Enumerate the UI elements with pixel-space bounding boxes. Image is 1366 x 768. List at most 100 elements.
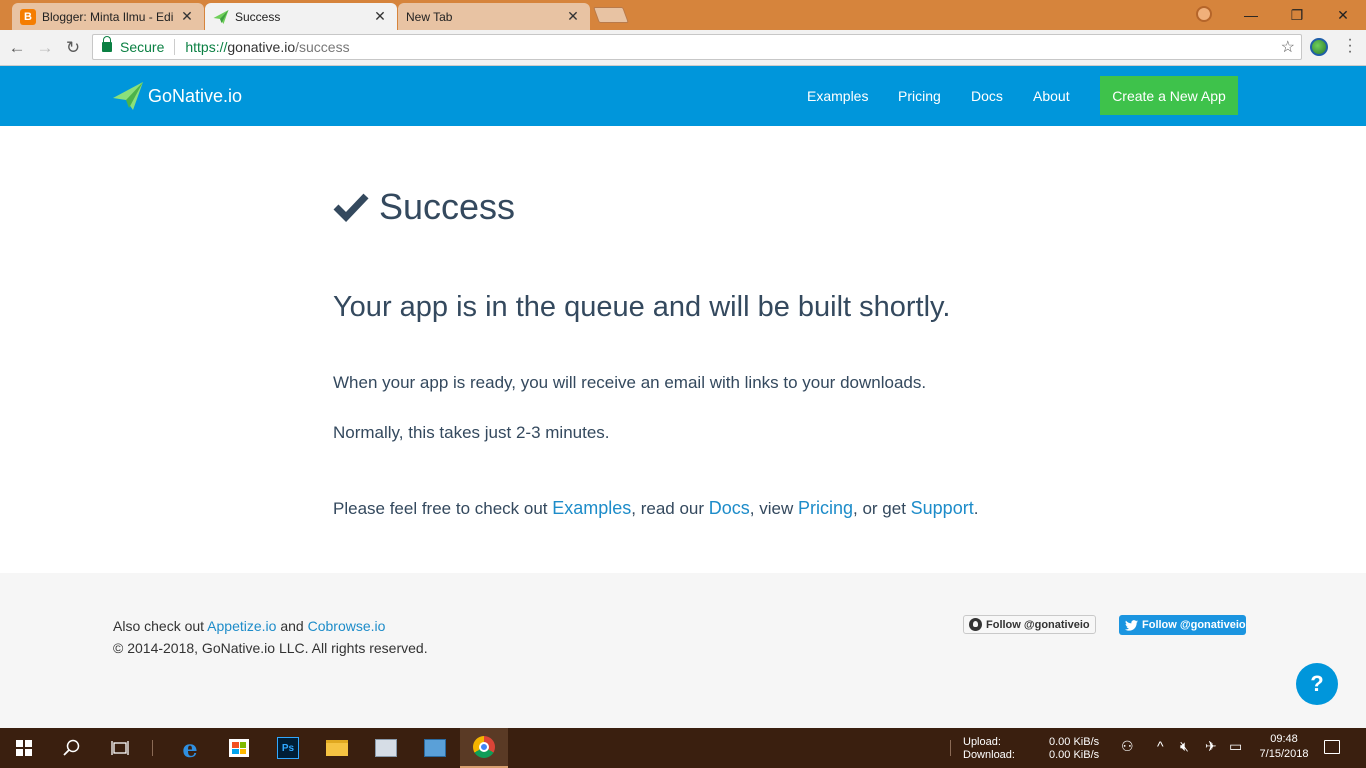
site-footer: Also check out Appetize.io and Cobrowse.… <box>0 573 1366 728</box>
edge-icon: e <box>182 733 198 763</box>
support-link[interactable]: Support <box>911 498 974 518</box>
mute-icon[interactable]: 🔇︎ <box>1180 738 1189 755</box>
appetize-link[interactable]: Appetize.io <box>207 618 276 634</box>
download-value: 0.00 KiB/s <box>1049 749 1100 761</box>
back-icon[interactable]: ← <box>6 37 28 59</box>
taskbar-edge[interactable]: e <box>166 728 214 768</box>
close-icon[interactable]: ✕ <box>566 8 580 25</box>
people-icon[interactable]: ⚇ <box>1121 738 1134 755</box>
notifications-icon[interactable] <box>1324 740 1340 754</box>
pricing-link[interactable]: Pricing <box>798 498 853 518</box>
start-button[interactable] <box>0 728 48 768</box>
also-check-out: Also check out Appetize.io and Cobrowse.… <box>113 618 385 634</box>
reload-icon[interactable]: ↻ <box>62 37 84 59</box>
taskbar-chrome[interactable] <box>460 728 508 768</box>
clock-time: 09:48 <box>1270 733 1298 745</box>
text-fragment: , read our <box>631 499 709 518</box>
help-button[interactable]: ? <box>1296 663 1338 705</box>
divider <box>174 39 176 55</box>
tab-title: New Tab <box>406 9 453 24</box>
blogger-icon: B <box>20 8 36 25</box>
copyright: © 2014-2018, GoNative.io LLC. All rights… <box>113 640 428 656</box>
task-view-button[interactable] <box>96 728 144 768</box>
text-fragment: Please feel free to check out <box>333 499 553 518</box>
links-paragraph: Please feel free to check out Examples, … <box>333 498 978 519</box>
secure-label: Secure <box>120 39 165 55</box>
photoshop-icon: Ps <box>277 737 299 759</box>
cobrowse-link[interactable]: Cobrowse.io <box>308 618 386 634</box>
taskbar-store[interactable] <box>215 728 263 768</box>
minimize-icon[interactable]: — <box>1228 0 1274 30</box>
text-fragment: . <box>973 499 979 518</box>
chrome-menu-icon[interactable]: · · · <box>1344 32 1356 60</box>
text-fragment: , or get <box>853 499 911 518</box>
duration-text: Normally, this takes just 2-3 minutes. <box>333 423 610 442</box>
taskbar-photoshop[interactable]: Ps <box>264 728 312 768</box>
download-label: Download: <box>963 749 1015 761</box>
new-tab-button[interactable] <box>593 7 629 23</box>
tab-title: Success <box>235 9 281 24</box>
battery-icon[interactable]: ▭ <box>1229 738 1242 755</box>
upload-value: 0.00 KiB/s <box>1049 736 1100 748</box>
close-icon[interactable]: ✕ <box>373 8 387 25</box>
app-window-icon <box>424 739 446 757</box>
profile-icon[interactable] <box>1196 6 1212 22</box>
search-button[interactable] <box>48 728 96 768</box>
queue-heading: Your app is in the queue and will be bui… <box>333 291 951 323</box>
page-title-text: Success <box>379 186 516 227</box>
chevron-up-icon[interactable]: ^ <box>1157 738 1164 754</box>
nav-examples[interactable]: Examples <box>807 88 868 104</box>
tab-new-tab[interactable]: New Tab ✕ <box>398 3 590 30</box>
taskbar-file-explorer[interactable] <box>313 728 361 768</box>
bookmark-star-icon[interactable]: ☆ <box>1281 37 1295 57</box>
lock-icon <box>102 36 112 52</box>
create-new-app-button[interactable]: Create a New App <box>1100 76 1238 115</box>
close-icon[interactable]: ✕ <box>180 8 194 25</box>
main-content: Success Your app is in the queue and wil… <box>0 126 1366 573</box>
clock-date: 7/15/2018 <box>1259 748 1309 760</box>
extension-icon[interactable] <box>1310 38 1328 56</box>
url-scheme: https:// <box>185 39 228 55</box>
address-bar[interactable]: Secure https:// gonative.io /success ☆ <box>92 34 1302 60</box>
chrome-icon <box>473 736 495 758</box>
folder-icon <box>326 740 348 756</box>
tab-blogger[interactable]: B Blogger: Minta Ilmu - Edi ✕ <box>12 3 204 30</box>
docs-link[interactable]: Docs <box>709 498 750 518</box>
text-fragment: Also check out <box>113 618 208 634</box>
restore-icon[interactable]: ❐ <box>1274 0 1320 30</box>
divider <box>152 740 153 756</box>
github-follow-button[interactable]: Follow @gonativeio <box>963 615 1096 634</box>
twitter-follow-button[interactable]: Follow @gonativeio <box>1119 615 1246 635</box>
nav-docs[interactable]: Docs <box>971 88 1003 104</box>
windows-icon <box>16 740 32 756</box>
gonative-plane-icon <box>113 82 143 110</box>
divider <box>950 740 951 756</box>
github-follow-label: Follow @gonativeio <box>986 618 1090 631</box>
brand-logo-link[interactable]: GoNative.io <box>113 82 242 110</box>
taskbar-app[interactable] <box>411 728 459 768</box>
airplane-icon[interactable]: ✈ <box>1205 738 1217 755</box>
url-host: gonative.io <box>227 39 296 55</box>
nav-about[interactable]: About <box>1033 88 1070 104</box>
check-icon <box>333 193 369 222</box>
window-controls: — ❐ ✕ <box>1228 0 1366 30</box>
examples-link[interactable]: Examples <box>552 498 631 518</box>
site-header: GoNative.io Examples Pricing Docs About … <box>0 66 1366 126</box>
browser-toolbar: ← → ↻ Secure https:// gonative.io /succe… <box>0 30 1366 66</box>
taskbar-app[interactable] <box>362 728 410 768</box>
forward-icon[interactable]: → <box>34 37 56 59</box>
search-icon <box>63 739 80 756</box>
twitter-bird-icon <box>1125 619 1138 631</box>
browser-titlebar: B Blogger: Minta Ilmu - Edi ✕ Success ✕ … <box>0 0 1366 30</box>
nav-pricing[interactable]: Pricing <box>898 88 941 104</box>
github-icon <box>969 618 982 631</box>
close-window-icon[interactable]: ✕ <box>1320 0 1366 30</box>
url-path: /success <box>295 39 350 55</box>
text-fragment: , view <box>749 499 798 518</box>
windows-taskbar: e Ps Upload: Download: 0.00 KiB/s 0.00 K… <box>0 728 1366 768</box>
tab-success[interactable]: Success ✕ <box>205 3 397 30</box>
ready-email-text: When your app is ready, you will receive… <box>333 373 927 392</box>
clock[interactable]: 09:48 7/15/2018 <box>1256 732 1312 762</box>
upload-label: Upload: <box>963 736 1001 748</box>
brand-name: GoNative.io <box>148 85 243 106</box>
